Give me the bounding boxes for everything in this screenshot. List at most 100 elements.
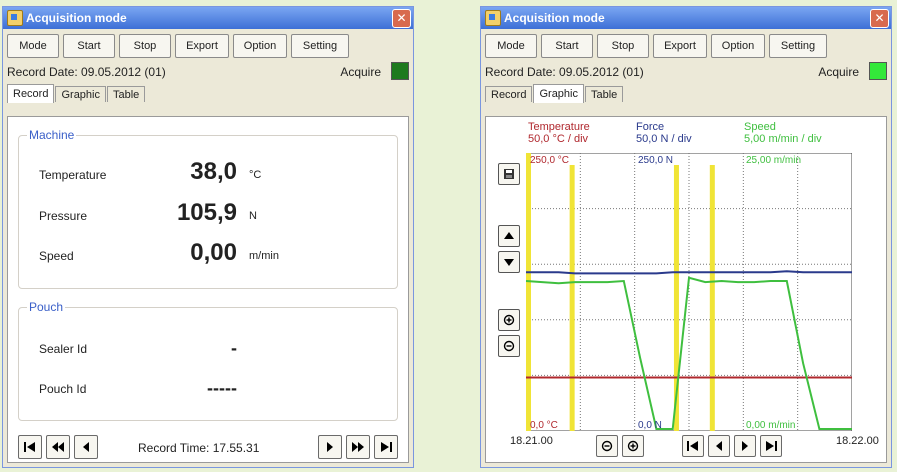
mode-button[interactable]: Mode (7, 34, 59, 58)
setting-button[interactable]: Setting (291, 34, 349, 58)
channel-scale-speed: 5,00 m/min / div (744, 133, 822, 145)
rewind-button[interactable] (46, 435, 70, 459)
channel-scale-force: 50,0 N / div (636, 133, 692, 145)
start-button[interactable]: Start (63, 34, 115, 58)
tab-graphic[interactable]: Graphic (533, 84, 584, 103)
scroll-down-button[interactable] (498, 251, 520, 273)
channel-header-speed: Speed 5,00 m/min / div (744, 121, 822, 145)
next-icon (327, 442, 333, 452)
previous-icon (716, 441, 722, 451)
channel-scale-temperature: 50,0 °C / div (528, 133, 589, 145)
temperature-row: Temperature 38,0 °C (19, 158, 397, 188)
record-panel: Machine Temperature 38,0 °C Pressure 105… (7, 116, 409, 463)
pouch-id-value: ----- (207, 378, 237, 398)
scroll-up-button[interactable] (498, 225, 520, 247)
event-marker (526, 153, 531, 431)
app-icon (7, 10, 23, 26)
graphic-panel: Temperature 50,0 °C / div Force 50,0 N /… (485, 116, 887, 463)
channel-name-temperature: Temperature (528, 121, 590, 133)
event-marker (569, 165, 575, 431)
close-button[interactable]: ✕ (870, 9, 889, 28)
first-sample-button[interactable] (682, 435, 704, 457)
previous-icon (83, 442, 89, 452)
first-record-button[interactable] (18, 435, 42, 459)
time-start-label: 18.21.00 (510, 435, 553, 447)
temperature-label: Temperature (39, 168, 107, 182)
vertical-zoom-out-button[interactable] (498, 335, 520, 357)
export-button[interactable]: Export (175, 34, 229, 58)
temperature-min-label: 0,0 °C (530, 420, 558, 431)
app-icon (485, 10, 501, 26)
channel-header-temperature: Temperature 50,0 °C / div (528, 121, 590, 145)
sealer-id-label: Sealer Id (39, 342, 88, 356)
zoom-in-icon (627, 440, 639, 452)
time-zoom-in-button[interactable] (622, 435, 644, 457)
record-info-row: Record Date: 09.05.2012 (01) Acquire (481, 62, 891, 82)
record-time: Record Time: 17.55.31 (138, 441, 260, 455)
tab-table[interactable]: Table (107, 86, 146, 102)
skip-last-icon (381, 442, 392, 452)
vertical-zoom-in-button[interactable] (498, 309, 520, 331)
acquire-indicator (391, 62, 409, 80)
acquisition-window-record: Acquisition mode ✕ Mode Start Stop Expor… (2, 6, 414, 468)
window-title: Acquisition mode (504, 11, 605, 25)
tab-table[interactable]: Table (585, 86, 624, 102)
save-graph-button[interactable] (498, 163, 520, 185)
tab-bar: Record Graphic Table (3, 84, 413, 103)
force-min-label: 0,0 N (638, 420, 662, 431)
channel-header-force: Force 50,0 N / div (636, 121, 692, 145)
next-sample-button[interactable] (734, 435, 756, 457)
zoom-in-icon (503, 314, 515, 326)
skip-last-icon (766, 441, 777, 451)
channel-name-force: Force (636, 121, 665, 133)
mode-button[interactable]: Mode (485, 34, 537, 58)
option-button[interactable]: Option (711, 34, 765, 58)
rewind-icon (52, 442, 64, 452)
setting-button[interactable]: Setting (769, 34, 827, 58)
machine-group: Machine Temperature 38,0 °C Pressure 105… (18, 128, 398, 289)
tab-bar: Record Graphic Table (481, 84, 891, 103)
stop-button[interactable]: Stop (597, 34, 649, 58)
export-button[interactable]: Export (653, 34, 707, 58)
temperature-max-label: 250,0 °C (530, 155, 569, 166)
close-button[interactable]: ✕ (392, 9, 411, 28)
title-bar[interactable]: Acquisition mode ✕ (481, 7, 891, 29)
next-icon (742, 441, 748, 451)
temperature-unit: °C (249, 169, 262, 181)
previous-record-button[interactable] (74, 435, 98, 459)
speed-value: 0,00 (190, 239, 237, 266)
speed-max-label: 25,00 m/min (746, 155, 801, 166)
force-max-label: 250,0 N (638, 155, 673, 166)
title-bar[interactable]: Acquisition mode ✕ (3, 7, 413, 29)
time-zoom-out-button[interactable] (596, 435, 618, 457)
last-record-button[interactable] (374, 435, 398, 459)
last-sample-button[interactable] (760, 435, 782, 457)
fast-forward-button[interactable] (346, 435, 370, 459)
pouch-group-label: Pouch (27, 300, 66, 314)
record-info-row: Record Date: 09.05.2012 (01) Acquire (3, 62, 413, 82)
sealer-id-value: - (231, 338, 237, 358)
toolbar: Mode Start Stop Export Option Setting (481, 29, 891, 62)
record-navigation: Record Time: 17.55.31 (8, 427, 408, 467)
previous-sample-button[interactable] (708, 435, 730, 457)
speed-row: Speed 0,00 m/min (19, 239, 397, 269)
zoom-out-icon (601, 440, 613, 452)
temperature-value: 38,0 (190, 158, 237, 185)
tab-graphic[interactable]: Graphic (55, 86, 106, 102)
floppy-disk-icon (504, 169, 514, 179)
acquire-label: Acquire (818, 65, 859, 79)
speed-min-label: 0,00 m/min (746, 420, 795, 431)
pouch-id-row: Pouch Id ----- (19, 378, 397, 402)
machine-group-label: Machine (27, 128, 77, 142)
trend-chart[interactable]: 250,0 °C 250,0 N 25,00 m/min 0,0 °C 0,0 N 0,0… (526, 153, 852, 431)
tab-record[interactable]: Record (485, 86, 533, 102)
zoom-out-icon (503, 340, 515, 352)
skip-first-icon (24, 442, 35, 452)
option-button[interactable]: Option (233, 34, 287, 58)
start-button[interactable]: Start (541, 34, 593, 58)
arrow-down-icon (504, 259, 514, 266)
tab-record[interactable]: Record (7, 84, 55, 103)
next-record-button[interactable] (318, 435, 342, 459)
stop-button[interactable]: Stop (119, 34, 171, 58)
skip-first-icon (687, 441, 698, 451)
